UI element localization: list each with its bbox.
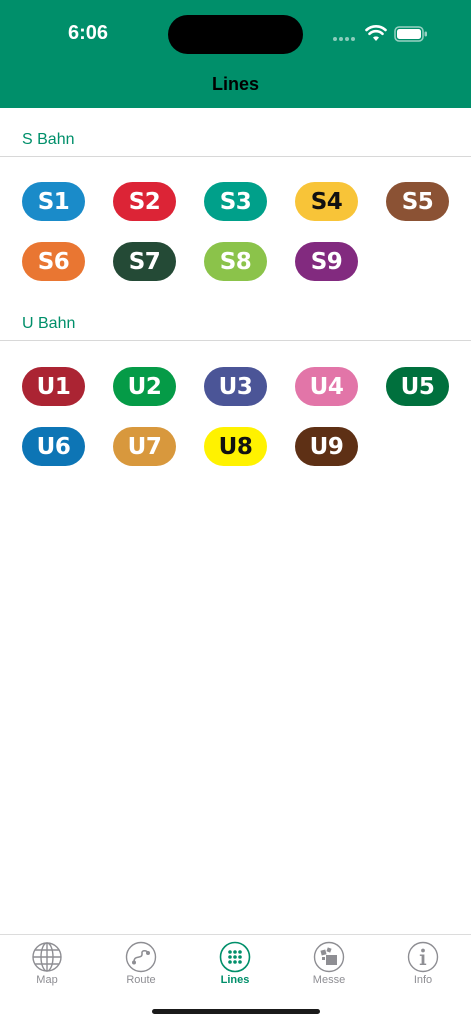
line-badge-u4[interactable]: U4 xyxy=(295,367,358,406)
tab-route[interactable]: Route xyxy=(94,941,188,995)
home-indicator xyxy=(152,1009,320,1014)
line-badge-s9[interactable]: S9 xyxy=(295,242,358,281)
line-badge-s7[interactable]: S7 xyxy=(113,242,176,281)
wifi-icon xyxy=(365,25,387,41)
section-divider xyxy=(0,156,471,157)
line-badge-s6[interactable]: S6 xyxy=(22,242,85,281)
line-badge-u1[interactable]: U1 xyxy=(22,367,85,406)
cellular-signal-icon xyxy=(333,37,359,43)
line-badge-s4[interactable]: S4 xyxy=(295,182,358,221)
section-header-u-bahn: U Bahn xyxy=(22,315,76,332)
status-time: 6:06 xyxy=(68,22,109,44)
globe-icon xyxy=(32,942,62,972)
tab-label: Route xyxy=(126,974,156,986)
grid-dots-icon xyxy=(219,941,251,973)
tab-lines[interactable]: Lines xyxy=(188,941,282,995)
info-icon xyxy=(407,941,439,973)
tab-messe[interactable]: Messe xyxy=(282,941,376,995)
line-badge-u9[interactable]: U9 xyxy=(295,427,358,466)
line-badge-s3[interactable]: S3 xyxy=(204,182,267,221)
line-badge-s8[interactable]: S8 xyxy=(204,242,267,281)
line-badge-u8[interactable]: U8 xyxy=(204,427,267,466)
section-divider xyxy=(0,340,471,341)
tab-info[interactable]: Info xyxy=(376,941,470,995)
route-icon xyxy=(125,941,157,973)
line-badge-s5[interactable]: S5 xyxy=(386,182,449,221)
section-header-s-bahn: S Bahn xyxy=(22,131,75,148)
header-bar: 6:06 Lines xyxy=(0,0,471,108)
page-title: Lines xyxy=(211,74,259,94)
tab-label: Info xyxy=(413,974,433,986)
line-badge-s1[interactable]: S1 xyxy=(22,182,85,221)
line-badge-u2[interactable]: U2 xyxy=(113,367,176,406)
line-badge-u7[interactable]: U7 xyxy=(113,427,176,466)
line-badge-u5[interactable]: U5 xyxy=(386,367,449,406)
line-badge-u3[interactable]: U3 xyxy=(204,367,267,406)
tab-map[interactable]: Map xyxy=(0,941,94,995)
battery-icon xyxy=(394,26,427,42)
tab-label: Messe xyxy=(312,974,346,986)
tab-label: Map xyxy=(36,974,58,986)
dynamic-island xyxy=(168,15,303,54)
messe-icon xyxy=(313,941,345,973)
tab-label: Lines xyxy=(220,974,250,986)
line-badge-u6[interactable]: U6 xyxy=(22,427,85,466)
line-badge-s2[interactable]: S2 xyxy=(113,182,176,221)
